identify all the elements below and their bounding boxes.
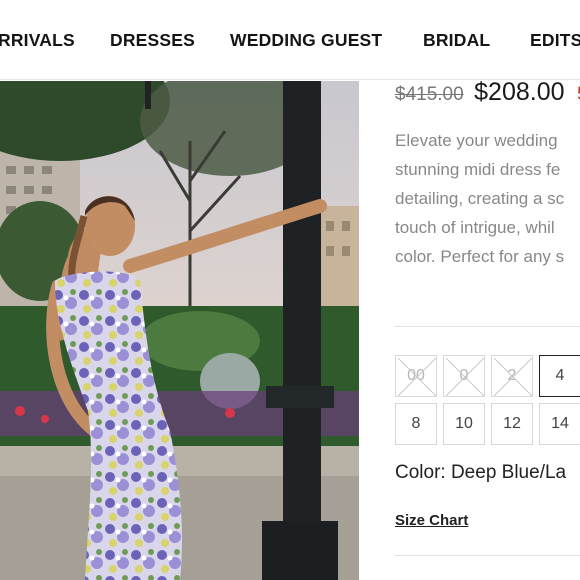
original-price: $415.00 [395, 84, 464, 105]
size-label: 8 [412, 415, 421, 433]
description-line: touch of intrigue, whil [395, 213, 580, 242]
size-option-4[interactable]: 4 [539, 355, 580, 397]
size-option-2[interactable]: 2 [491, 355, 533, 397]
nav-item-bridal[interactable]: BRIDAL [423, 30, 490, 51]
color-label: Color: Deep Blue/La [395, 462, 566, 484]
nav-item-edits[interactable]: EDITS [530, 30, 580, 51]
description-line: stunning midi dress fe [395, 155, 580, 184]
size-label: 10 [455, 415, 473, 433]
unavailable-strike-icon [492, 356, 534, 398]
top-navigation: RRIVALS DRESSES WEDDING GUEST BRIDAL EDI… [0, 0, 580, 80]
size-option-00[interactable]: 00 [395, 355, 437, 397]
size-option-8[interactable]: 8 [395, 403, 437, 445]
product-photo-illustration [0, 81, 359, 580]
divider [395, 555, 580, 556]
size-label: 12 [503, 415, 521, 433]
price-row: $415.00 $208.00 5 [395, 78, 580, 107]
description-line: color. Perfect for any s [395, 242, 580, 271]
size-option-10[interactable]: 10 [443, 403, 485, 445]
unavailable-strike-icon [444, 356, 486, 398]
divider [395, 326, 580, 327]
size-label: 14 [551, 415, 569, 433]
description-line: detailing, creating a sc [395, 184, 580, 213]
unavailable-strike-icon [396, 356, 438, 398]
sale-price: $208.00 [474, 78, 564, 106]
nav-item-new-arrivals[interactable]: RRIVALS [0, 30, 75, 51]
product-photo[interactable] [0, 81, 359, 580]
description-line: Elevate your wedding [395, 126, 580, 155]
size-chart-link[interactable]: Size Chart [395, 512, 468, 529]
size-option-12[interactable]: 12 [491, 403, 533, 445]
size-label: 4 [556, 367, 565, 385]
product-description: Elevate your wedding stunning midi dress… [395, 126, 580, 271]
nav-item-dresses[interactable]: DRESSES [110, 30, 195, 51]
size-option-14[interactable]: 14 [539, 403, 580, 445]
nav-item-wedding-guest[interactable]: WEDDING GUEST [230, 30, 382, 51]
size-option-0[interactable]: 0 [443, 355, 485, 397]
